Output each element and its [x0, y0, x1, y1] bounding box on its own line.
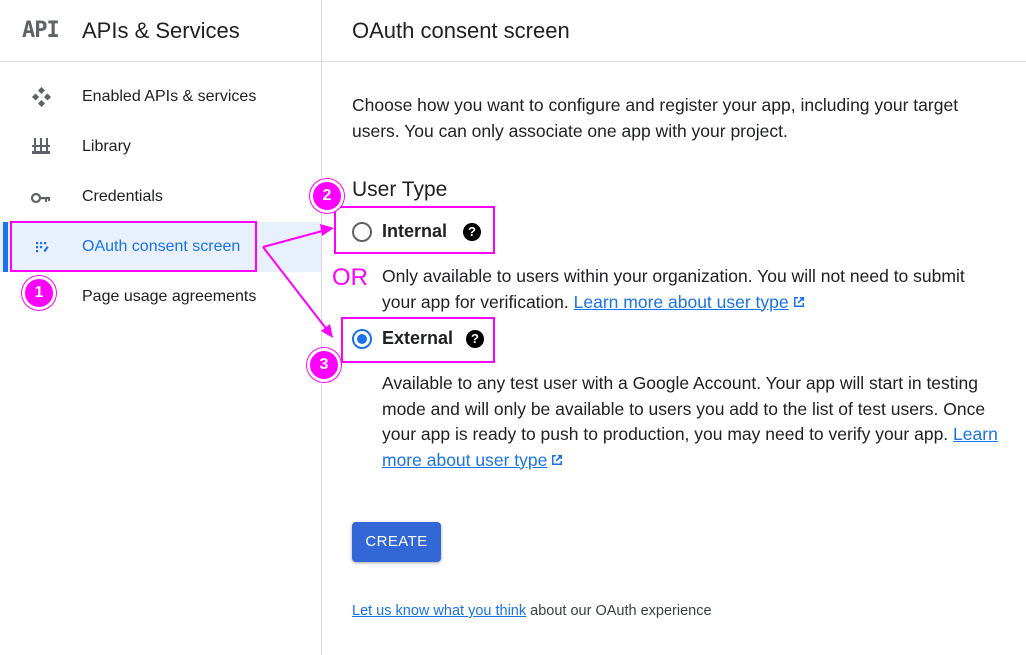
active-indicator — [3, 222, 8, 272]
api-logo: API — [22, 18, 60, 43]
sidebar-item-label: Library — [82, 138, 131, 155]
page-title: OAuth consent screen — [352, 18, 570, 43]
annotation-box-oauth — [10, 221, 257, 272]
learn-more-user-type-link[interactable]: Learn more about user type — [574, 292, 789, 312]
sidebar-header: API APIs & Services — [0, 0, 322, 62]
internal-description: Only available to users within your orga… — [382, 264, 1002, 315]
arrowhead-internal — [320, 224, 334, 236]
sidebar-title: APIs & Services — [82, 18, 240, 43]
sidebar-item-label: Enabled APIs & services — [82, 88, 257, 105]
enabled-apis-icon — [31, 87, 52, 107]
external-link-icon — [552, 454, 563, 465]
annotation-box-external — [341, 317, 495, 363]
sidebar-item-enabled-apis[interactable]: Enabled APIs & services — [0, 72, 321, 122]
main-header: OAuth consent screen — [322, 0, 1026, 62]
external-description: Available to any test user with a Google… — [382, 371, 1002, 473]
create-button[interactable]: CREATE — [352, 522, 441, 562]
sidebar-item-label: Credentials — [82, 188, 163, 205]
external-description-text: Available to any test user with a Google… — [382, 373, 986, 444]
step-1-badge: 1 — [22, 276, 56, 310]
step-3-badge: 3 — [307, 348, 341, 382]
sidebar-item-library[interactable]: Library — [0, 122, 321, 172]
user-type-title: User Type — [352, 178, 448, 201]
feedback-text: Let us know what you think about our OAu… — [352, 603, 712, 619]
annotation-box-internal — [334, 206, 495, 254]
external-link-icon — [793, 296, 804, 307]
or-label: OR — [332, 264, 368, 291]
intro-text: Choose how you want to configure and reg… — [352, 95, 959, 141]
arrowhead-external — [321, 324, 333, 338]
library-icon — [32, 138, 50, 154]
key-icon — [30, 192, 50, 204]
sidebar-item-label: Page usage agreements — [82, 288, 257, 305]
feedback-suffix: about our OAuth experience — [530, 603, 712, 619]
step-2-badge: 2 — [310, 179, 344, 213]
feedback-link[interactable]: Let us know what you think — [352, 603, 526, 619]
sidebar-item-credentials[interactable]: Credentials — [0, 172, 321, 222]
sidebar: API APIs & Services Enabled APIs & servi… — [0, 0, 322, 655]
